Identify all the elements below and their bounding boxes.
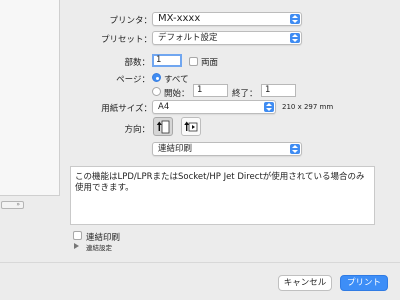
pages-to-field[interactable]: 1 — [261, 84, 296, 97]
orientation-landscape-button[interactable] — [181, 117, 201, 136]
orientation-portrait-button[interactable] — [153, 117, 173, 136]
divider — [0, 262, 400, 263]
preset-label: プリセット： — [100, 35, 152, 45]
paper-size-popup[interactable]: A4 — [152, 100, 276, 114]
pages-to-label: 終了： — [232, 89, 258, 99]
pages-from-label: 開始： — [164, 89, 190, 99]
paper-size-label: 用紙サイズ： — [101, 104, 152, 114]
pages-label: ページ： — [116, 75, 150, 85]
print-button[interactable]: プリント — [340, 275, 388, 291]
copies-label: 部数： — [124, 58, 150, 68]
landscape-icon — [184, 121, 198, 132]
popup-arrows-icon — [290, 14, 300, 24]
cancel-button[interactable]: キャンセル — [278, 275, 332, 291]
paper-dimensions: 210 x 297 mm — [282, 103, 334, 111]
pages-range-radio[interactable] — [152, 87, 161, 96]
section-popup-value: 連結印刷 — [158, 144, 193, 154]
duplex-checkbox[interactable] — [189, 57, 198, 66]
preset-value: デフォルト設定 — [158, 33, 218, 43]
popup-arrows-icon — [290, 144, 300, 154]
print-preview — [0, 0, 60, 196]
printer-popup[interactable]: MX-xxxx — [152, 12, 302, 26]
portrait-icon — [156, 120, 170, 134]
duplex-label: 両面 — [201, 58, 219, 68]
preset-popup[interactable]: デフォルト設定 — [152, 31, 302, 45]
section-popup[interactable]: 連結印刷 — [152, 142, 302, 156]
orientation-label: 方向： — [124, 125, 150, 135]
print-dialog: » プリンタ： MX-xxxx プリセット： デフォルト設定 部数： 1 両面 … — [0, 0, 400, 300]
pages-all-radio[interactable] — [152, 73, 161, 82]
printer-value: MX-xxxx — [158, 13, 201, 24]
disclosure-triangle-icon[interactable] — [74, 243, 79, 249]
continuous-settings-label[interactable]: 連結設定 — [86, 242, 112, 252]
printer-label: プリンタ： — [109, 16, 152, 26]
info-message: この機能はLPD/LPRまたはSocket/HP Jet Directが使用され… — [70, 166, 375, 225]
pages-all-label: すべて — [164, 75, 189, 85]
preview-next-button[interactable]: » — [1, 201, 24, 209]
popup-arrows-icon — [264, 102, 274, 112]
continuous-print-checkbox[interactable] — [73, 231, 82, 240]
pages-from-field[interactable]: 1 — [193, 84, 228, 97]
popup-arrows-icon — [290, 33, 300, 43]
paper-size-value: A4 — [158, 102, 170, 112]
copies-field[interactable]: 1 — [152, 54, 182, 67]
